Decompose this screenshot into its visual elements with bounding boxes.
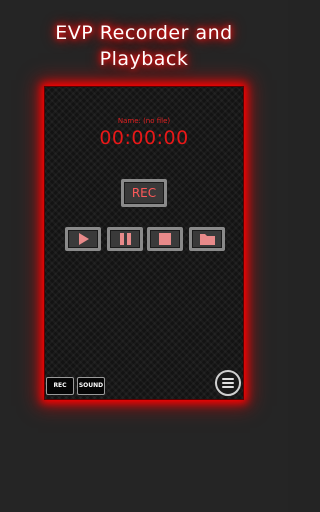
recorder-panel: Name: (no file) 00:00:00 REC REC SOUND xyxy=(44,86,244,400)
app-title: EVP Recorder and Playback xyxy=(0,20,288,72)
app-title-line-2: Playback xyxy=(99,48,189,70)
record-button[interactable]: REC xyxy=(121,179,167,207)
menu-button[interactable] xyxy=(215,370,241,396)
stop-icon xyxy=(159,233,171,245)
app-screen: EVP Recorder and Playback Name: (no file… xyxy=(0,0,288,512)
play-icon xyxy=(79,233,89,245)
timer-display: 00:00:00 xyxy=(99,127,189,149)
pause-button[interactable] xyxy=(107,227,143,251)
stop-button[interactable] xyxy=(147,227,183,251)
rec-mode-button[interactable]: REC xyxy=(46,377,74,395)
hamburger-menu-icon xyxy=(222,378,234,388)
sound-mode-button[interactable]: SOUND xyxy=(77,377,105,395)
folder-icon xyxy=(200,234,215,245)
app-title-line-1: EVP Recorder and xyxy=(55,22,233,44)
pause-icon xyxy=(120,233,131,245)
file-name-label: Name: (no file) xyxy=(117,117,171,125)
open-folder-button[interactable] xyxy=(189,227,225,251)
play-button[interactable] xyxy=(65,227,101,251)
